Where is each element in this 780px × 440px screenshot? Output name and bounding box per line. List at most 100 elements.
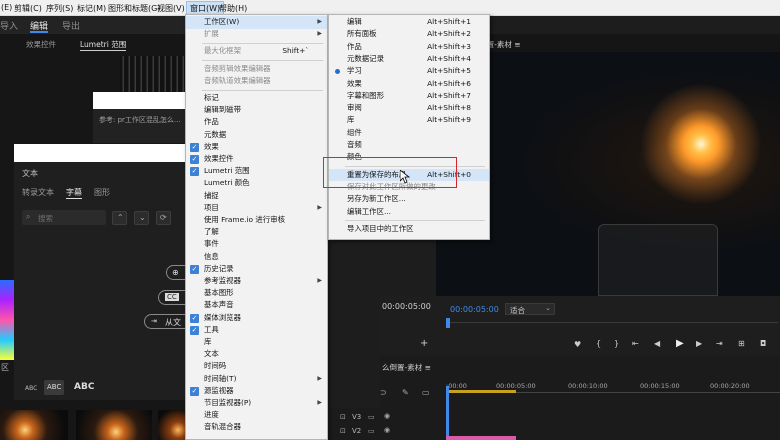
menu-item[interactable]: 时间轴(T) ▶ — [186, 373, 327, 386]
menu-item[interactable]: ✓ 源监视器 — [186, 385, 327, 398]
thumbnail-2[interactable] — [76, 410, 152, 440]
menu-item[interactable]: 审阅 Alt+Shift+8 — [329, 102, 489, 115]
menu-item[interactable]: 捕捉 — [186, 190, 327, 203]
next-button[interactable]: ⌄ — [134, 211, 149, 225]
menu-item[interactable]: 元数据 — [186, 129, 327, 142]
step-forward-icon[interactable]: ▶ — [696, 339, 702, 348]
menu-item[interactable]: 基本声音 — [186, 299, 327, 312]
menu-item[interactable]: 作品 Alt+Shift+3 — [329, 41, 489, 54]
menu-view[interactable]: 视图(V) — [157, 3, 185, 14]
playhead[interactable] — [446, 318, 450, 328]
captions-track-icon[interactable]: ▭ — [422, 388, 430, 397]
camera-icon[interactable]: ◘ — [760, 339, 766, 348]
menu-item[interactable]: 音轨混合器 — [186, 421, 327, 434]
menu-edit[interactable]: (E) — [1, 3, 12, 12]
play-icon[interactable]: ▶ — [676, 338, 684, 349]
track-v3-name[interactable]: V3 — [352, 413, 361, 421]
menu-item[interactable]: 节目监视器(P) ▶ — [186, 397, 327, 410]
menu-item[interactable]: 学习 Alt+Shift+5 — [329, 65, 489, 78]
thumbnail-3[interactable] — [158, 410, 185, 440]
menu-item[interactable]: 基本图形 — [186, 287, 327, 300]
menu-item[interactable]: 标记 — [186, 92, 327, 105]
lock-icon[interactable]: ⊡ — [340, 427, 346, 435]
work-area-bar[interactable] — [446, 390, 516, 393]
menu-item[interactable]: 元数据记录 Alt+Shift+4 — [329, 53, 489, 66]
eye-icon[interactable]: ◉ — [384, 412, 390, 420]
lock-icon[interactable]: ⊡ — [340, 413, 346, 421]
menu-item[interactable]: 了解 — [186, 226, 327, 239]
go-to-out-icon[interactable]: ⇥ — [716, 339, 723, 348]
link-icon[interactable]: ⊃ — [380, 388, 387, 397]
source-timecode[interactable]: 00:00:05:00 — [382, 302, 431, 311]
menu-item[interactable]: 时间码 — [186, 360, 327, 373]
menu-item[interactable]: 参考监视器 ▶ — [186, 275, 327, 288]
menu-item[interactable]: 编辑 Alt+Shift+1 — [329, 16, 489, 29]
menu-item[interactable]: 使用 Frame.io 进行审核 — [186, 214, 327, 227]
thumbnail-1[interactable] — [0, 410, 68, 440]
tab-graphics[interactable]: 图形 — [94, 187, 110, 198]
timeline-playhead[interactable] — [446, 386, 449, 440]
add-icon[interactable]: + — [420, 338, 428, 349]
prev-button[interactable]: ⌃ — [112, 211, 127, 225]
menu-item[interactable]: ✓ 历史记录 — [186, 263, 327, 276]
menu-item[interactable]: ✓ 媒体浏览器 — [186, 312, 327, 325]
style-abc-medium-box[interactable]: ABC — [44, 380, 64, 395]
menu-item[interactable]: 导入项目中的工作区 — [329, 223, 489, 236]
tab-lumetri-scopes[interactable]: Lumetri 范围 — [80, 39, 127, 51]
menu-item[interactable]: 事件 — [186, 238, 327, 251]
chevron-down-icon: ⌄ — [139, 213, 146, 222]
menu-item[interactable]: 信息 — [186, 251, 327, 264]
film-icon[interactable]: ▭ — [368, 413, 375, 421]
step-back-icon[interactable]: ◀ — [654, 339, 660, 348]
eye-icon[interactable]: ◉ — [384, 426, 390, 434]
menu-item[interactable]: 编辑到磁带 — [186, 104, 327, 117]
menu-item[interactable]: 组件 — [329, 127, 489, 140]
menu-item[interactable]: 字幕和图形 Alt+Shift+7 — [329, 90, 489, 103]
menu-item[interactable]: 编辑工作区... — [329, 206, 489, 219]
go-to-in-icon[interactable]: ⇤ — [632, 339, 639, 348]
menu-item[interactable]: ✓ 工具 — [186, 324, 327, 337]
menu-item[interactable]: 库 — [186, 336, 327, 349]
tab-captions[interactable]: 字幕 — [66, 187, 82, 198]
menu-help[interactable]: 帮助(H) — [219, 3, 247, 14]
export-frame-icon[interactable]: ⊞ — [738, 339, 745, 348]
menu-item[interactable]: 音频 — [329, 139, 489, 152]
wrench-icon[interactable]: ✎ — [402, 388, 409, 397]
track-v2-name[interactable]: V2 — [352, 427, 361, 435]
tab-transcript[interactable]: 转录文本 — [22, 187, 54, 198]
menu-item[interactable]: Lumetri 颜色 — [186, 177, 327, 190]
program-timecode[interactable]: 00:00:05:00 — [450, 305, 499, 314]
menu-item[interactable]: 效果 Alt+Shift+6 — [329, 78, 489, 91]
menu-item[interactable]: 文本 — [186, 348, 327, 361]
style-abc-small[interactable]: ABC — [25, 385, 37, 392]
style-abc-large[interactable]: ABC — [74, 382, 94, 392]
fit-dropdown[interactable]: 适合 ⌄ — [505, 303, 555, 315]
menu-graphics[interactable]: 图形和标题(G) — [108, 3, 160, 14]
menu-item[interactable]: 库 Alt+Shift+9 — [329, 114, 489, 127]
menu-item[interactable]: 另存为新工作区... — [329, 193, 489, 206]
menu-clip[interactable]: 剪辑(C) — [14, 3, 42, 14]
marker-icon[interactable]: ♥ — [574, 340, 581, 349]
scrub-bar[interactable] — [448, 322, 778, 323]
menu-item[interactable]: ✓ 效果 — [186, 141, 327, 154]
film-icon[interactable]: ▭ — [368, 427, 375, 435]
menu-item[interactable]: 工作区(W) ▶ — [186, 16, 327, 29]
tab-effect-controls[interactable]: 效果控件 — [26, 39, 56, 50]
in-point-icon[interactable]: { — [596, 339, 601, 348]
menu-item[interactable]: 进度 — [186, 409, 327, 422]
timeline-tab[interactable]: 么倒置-素材 ≡ — [382, 362, 431, 373]
menu-item-shortcut: Alt+Shift+5 — [427, 66, 471, 76]
search-input[interactable]: ⌕ 搜索 — [22, 210, 106, 225]
menu-item[interactable]: ✓ 效果控件 — [186, 153, 327, 166]
workspace-tab-import[interactable]: 导入 — [0, 19, 18, 32]
menu-sequence[interactable]: 序列(S) — [46, 3, 73, 14]
sync-button[interactable]: ⟳ — [156, 211, 171, 225]
menu-item[interactable]: 所有面板 Alt+Shift+2 — [329, 28, 489, 41]
clip-v2[interactable] — [446, 436, 516, 440]
menu-item[interactable]: 作品 — [186, 116, 327, 129]
workspace-tab-export[interactable]: 导出 — [62, 19, 80, 32]
menu-item[interactable]: ✓ Lumetri 范围 — [186, 165, 327, 178]
menu-item[interactable]: 项目 ▶ — [186, 202, 327, 215]
out-point-icon[interactable]: } — [614, 339, 619, 348]
menu-markers[interactable]: 标记(M) — [77, 3, 106, 14]
